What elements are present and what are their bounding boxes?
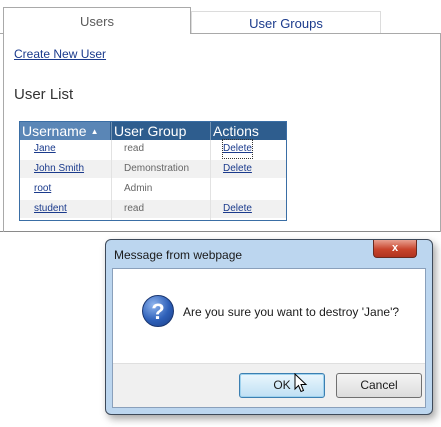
column-header-label: Username (22, 123, 87, 139)
cancel-button[interactable]: Cancel (336, 373, 422, 398)
table-row: John Smith Demonstration Delete (20, 160, 286, 178)
user-table: Username ▲ User Group Actions Jane read D… (19, 121, 287, 221)
table-header: Username ▲ User Group Actions (20, 122, 286, 140)
delete-link[interactable]: Delete (223, 200, 252, 218)
column-header-actions: Actions (210, 122, 286, 140)
close-button[interactable]: x (373, 240, 417, 258)
user-group-cell: Admin (124, 183, 153, 194)
tab-users[interactable]: Users (3, 7, 191, 34)
mouse-cursor-icon (294, 373, 308, 393)
tab-user-groups[interactable]: User Groups (191, 11, 381, 34)
close-icon: x (391, 242, 399, 254)
column-header-username[interactable]: Username ▲ (20, 122, 110, 140)
table-row: root Admin (20, 180, 286, 198)
user-group-cell: read (124, 143, 145, 154)
user-group-cell: read (124, 203, 145, 214)
column-header-user-group[interactable]: User Group (111, 122, 209, 140)
column-divider (210, 140, 211, 220)
delete-link[interactable]: Delete (223, 160, 252, 178)
username-link[interactable]: John Smith (34, 160, 84, 178)
delete-link[interactable]: Delete (222, 139, 253, 159)
question-icon: ? (142, 295, 174, 327)
page-frame (3, 34, 4, 232)
dialog-footer: OK Cancel (113, 363, 425, 407)
confirm-dialog: Message from webpage x ? Are you sure yo… (105, 239, 433, 415)
column-divider (111, 140, 112, 220)
dialog-body: ? Are you sure you want to destroy 'Jane… (112, 268, 426, 408)
sort-ascending-icon: ▲ (90, 127, 99, 136)
dialog-message: Are you sure you want to destroy 'Jane'? (183, 305, 400, 319)
username-link[interactable]: Jane (34, 140, 56, 158)
create-new-user-link[interactable]: Create New User (14, 47, 106, 61)
username-link[interactable]: student (34, 200, 67, 218)
username-link[interactable]: root (34, 180, 51, 198)
web-page: Users User Groups Create New User User L… (0, 0, 441, 232)
user-group-cell: Demonstration (124, 163, 190, 174)
dialog-title: Message from webpage (114, 248, 243, 262)
user-list-heading: User List (14, 86, 74, 103)
ok-button[interactable]: OK (239, 373, 325, 398)
table-row: student read Delete (20, 200, 286, 218)
tab-baseline (191, 33, 441, 34)
table-row: Jane read Delete (20, 139, 286, 159)
